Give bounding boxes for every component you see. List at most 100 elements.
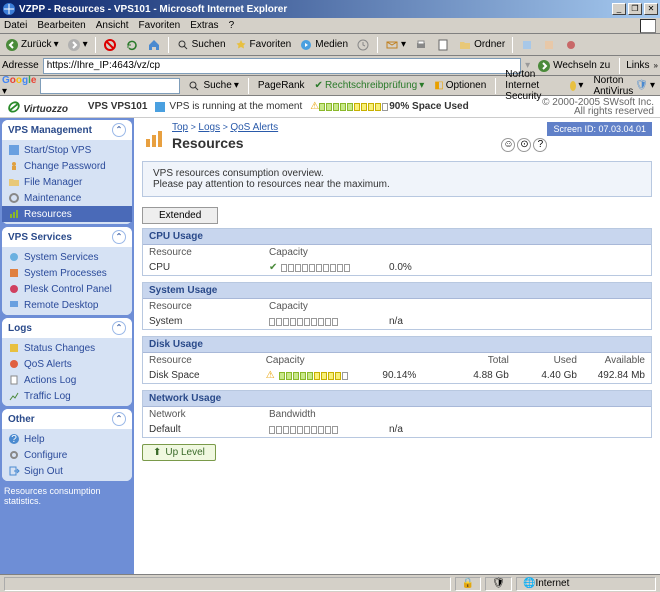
mail-button[interactable]: ▾ xyxy=(382,37,409,53)
google-search-button[interactable]: Suche ▾ xyxy=(184,78,241,94)
options-button[interactable]: ◧ Optionen xyxy=(431,79,489,92)
block-title: CPU Usage xyxy=(143,229,651,245)
forward-button[interactable]: ▾ xyxy=(64,37,91,53)
panel-vps-services: VPS Services ⌃ System Services System Pro… xyxy=(2,227,132,315)
panel-title: VPS Management xyxy=(8,125,92,136)
sidebar-item-file-manager[interactable]: File Manager xyxy=(2,174,132,190)
minimize-button[interactable]: _ xyxy=(612,3,626,15)
sidebar-item-change-password[interactable]: Change Password xyxy=(2,158,132,174)
sidebar-item-remote-desktop[interactable]: Remote Desktop xyxy=(2,297,132,313)
panel-vps-management: VPS Management ⌃ Start/Stop VPS Change Pa… xyxy=(2,120,132,224)
panel-title: Other xyxy=(8,414,35,425)
panel-toggle-icon[interactable]: ⌃ xyxy=(112,230,126,244)
cpu-usage-block: CPU Usage ResourceCapacity CPU✔0.0% xyxy=(142,228,652,276)
block-title: Network Usage xyxy=(143,391,651,407)
warning-icon: ⚠ xyxy=(310,101,319,112)
panel-title: Logs xyxy=(8,323,32,334)
panel-toggle-icon[interactable]: ⌃ xyxy=(112,123,126,137)
refresh-button[interactable] xyxy=(122,37,142,53)
sidebar-item-configure[interactable]: Configure xyxy=(2,447,132,463)
vps-status-icon xyxy=(155,102,165,112)
history-button[interactable] xyxy=(353,37,373,53)
sidebar-item-signout[interactable]: Sign Out xyxy=(2,463,132,479)
status-text xyxy=(4,577,451,591)
action-icon-3[interactable]: ? xyxy=(533,138,547,152)
nav-toolbar: Zurück ▾ ▾ Suchen Favoriten Medien ▾ Ord… xyxy=(0,34,660,56)
menu-favoriten[interactable]: Favoriten xyxy=(139,20,181,31)
sidebar-item-help[interactable]: ?Help xyxy=(2,431,132,447)
spellcheck-button[interactable]: ✔ Rechtschreibprüfung ▾ xyxy=(312,79,428,92)
status-icon-1: 🔒 xyxy=(455,577,481,591)
extra2-button[interactable] xyxy=(539,37,559,53)
up-level-button[interactable]: ⬆Up Level xyxy=(142,444,216,461)
google-label: Google ▾ xyxy=(2,75,36,97)
panel-toggle-icon[interactable]: ⌃ xyxy=(112,412,126,426)
extra3-button[interactable] xyxy=(561,37,581,53)
copyright: © 2000-2005 SWsoft Inc.All rights reserv… xyxy=(542,98,654,116)
menu-extras[interactable]: Extras xyxy=(190,20,218,31)
sidebar-item-status-changes[interactable]: Status Changes xyxy=(2,340,132,356)
panel-toggle-icon[interactable]: ⌃ xyxy=(112,321,126,335)
bc-logs[interactable]: Logs xyxy=(198,122,220,133)
close-button[interactable]: ✕ xyxy=(644,3,658,15)
sidebar-item-maintenance[interactable]: Maintenance xyxy=(2,190,132,206)
menubar: Datei Bearbeiten Ansicht Favoriten Extra… xyxy=(0,18,660,34)
pagerank-button[interactable]: PageRank xyxy=(255,79,308,92)
search-button[interactable]: Suchen xyxy=(173,37,229,53)
maximize-button[interactable]: ❐ xyxy=(628,3,642,15)
extended-button[interactable]: Extended xyxy=(142,207,218,224)
throbber-icon xyxy=(640,19,656,33)
folders-button[interactable]: Ordner xyxy=(455,37,508,53)
sidebar-item-actions-log[interactable]: Actions Log xyxy=(2,372,132,388)
sidebar-item-plesk[interactable]: Plesk Control Panel xyxy=(2,281,132,297)
main-content: Screen ID: 07.03.04.01 ☺⊙? Top > Logs > … xyxy=(134,118,660,574)
sidebar-item-qos-alerts[interactable]: QoS Alerts xyxy=(2,356,132,372)
info-box: VPS resources consumption overview. Plea… xyxy=(142,161,652,197)
sidebar-item-system-services[interactable]: System Services xyxy=(2,249,132,265)
links-label[interactable]: Links xyxy=(626,60,649,71)
action-icon-1[interactable]: ☺ xyxy=(501,138,515,152)
status-icon-2: 🛡 xyxy=(485,577,512,591)
space-usage-bar xyxy=(319,103,389,111)
google-search-input[interactable] xyxy=(40,78,180,94)
panel-logs: Logs ⌃ Status Changes QoS Alerts Actions … xyxy=(2,318,132,406)
menu-ansicht[interactable]: Ansicht xyxy=(96,20,129,31)
block-title: Disk Usage xyxy=(143,337,651,353)
stop-button[interactable] xyxy=(100,37,120,53)
address-input[interactable] xyxy=(43,58,521,74)
print-button[interactable] xyxy=(411,37,431,53)
space-used-label: 90% Space Used xyxy=(389,101,469,112)
menu-bearbeiten[interactable]: Bearbeiten xyxy=(37,20,85,31)
edit-button[interactable] xyxy=(433,37,453,53)
breadcrumb: Top > Logs > QoS Alerts xyxy=(172,122,278,133)
media-button[interactable]: Medien xyxy=(296,37,351,53)
google-toolbar: Google ▾ Suche ▾ PageRank ✔ Rechtschreib… xyxy=(0,76,660,96)
bc-qos[interactable]: QoS Alerts xyxy=(230,122,278,133)
warning-icon: ⚠ xyxy=(266,370,275,381)
resources-icon xyxy=(142,127,166,151)
vps-running-status: VPS is running at the moment xyxy=(169,101,302,112)
panel-other: Other ⌃ ?Help Configure Sign Out xyxy=(2,409,132,481)
extra1-button[interactable] xyxy=(517,37,537,53)
home-button[interactable] xyxy=(144,37,164,53)
favorites-button[interactable]: Favoriten xyxy=(231,37,295,53)
action-icon-2[interactable]: ⊙ xyxy=(517,138,531,152)
menu-datei[interactable]: Datei xyxy=(4,20,27,31)
menu-help[interactable]: ? xyxy=(229,20,235,31)
bc-top[interactable]: Top xyxy=(172,122,188,133)
sidebar-item-traffic-log[interactable]: Traffic Log xyxy=(2,388,132,404)
sidebar-item-start-stop[interactable]: Start/Stop VPS xyxy=(2,142,132,158)
check-icon: ✔ xyxy=(269,262,277,273)
panel-title: VPS Services xyxy=(8,232,72,243)
block-title: System Usage xyxy=(143,283,651,299)
back-button[interactable]: Zurück ▾ xyxy=(2,37,62,53)
up-arrow-icon: ⬆ xyxy=(153,447,161,458)
screen-id: Screen ID: 07.03.04.01 xyxy=(547,122,652,136)
norton-antivirus-button[interactable]: Norton AntiVirus 🛡 ▾ xyxy=(590,74,658,98)
sidebar-item-system-processes[interactable]: System Processes xyxy=(2,265,132,281)
status-zone: 🌐 Internet xyxy=(516,577,656,591)
address-label: Adresse xyxy=(2,60,39,71)
network-usage-block: Network Usage NetworkBandwidth Defaultn/… xyxy=(142,390,652,438)
sidebar-item-resources[interactable]: Resources xyxy=(2,206,132,222)
page-title: Resources xyxy=(172,135,278,151)
